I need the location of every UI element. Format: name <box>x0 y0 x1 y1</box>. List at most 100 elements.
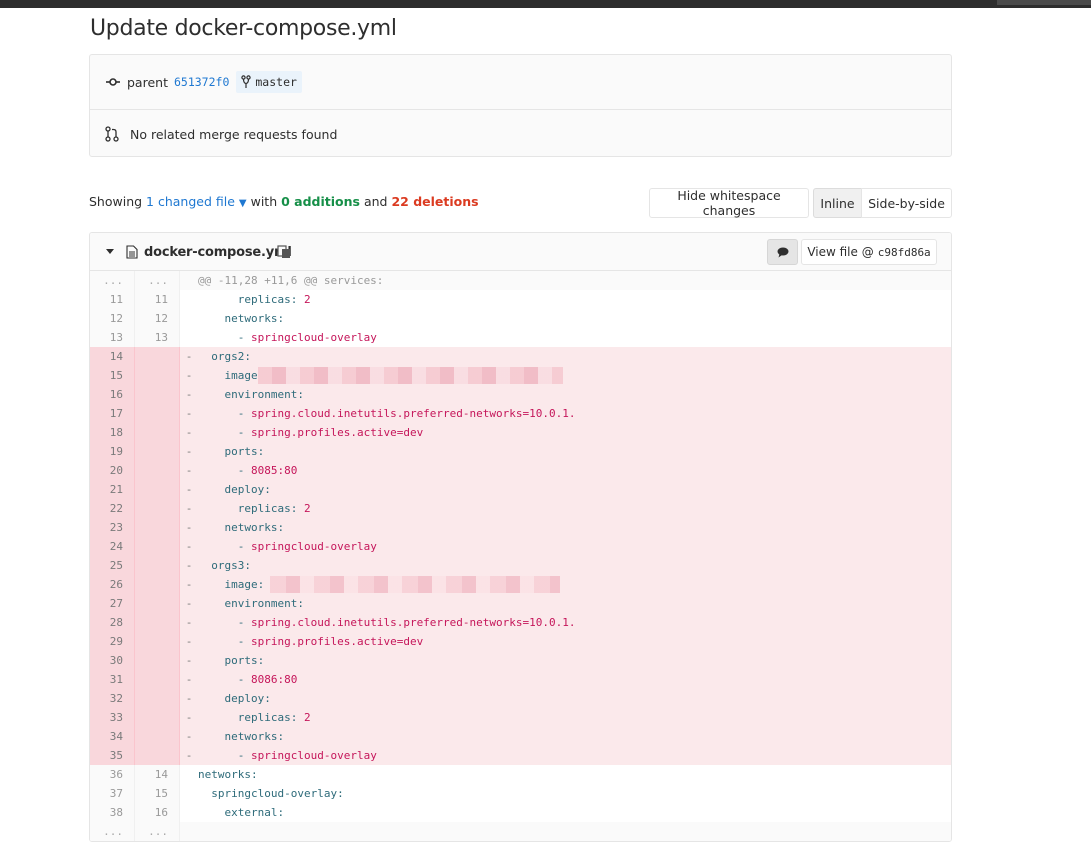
diff-line-deleted: 29 - - spring.profiles.active=dev <box>90 632 951 651</box>
new-line-number[interactable] <box>135 632 180 651</box>
diff-line-deleted: 34 - networks: <box>90 727 951 746</box>
diff-sign: - <box>185 445 193 458</box>
old-line-number[interactable]: 22 <box>90 499 135 518</box>
new-line-number[interactable] <box>135 347 180 366</box>
old-line-number[interactable]: 15 <box>90 366 135 385</box>
yaml-key: orgs2: <box>211 350 251 363</box>
old-line-number[interactable]: 11 <box>90 290 135 309</box>
branch-badge[interactable]: master <box>236 71 302 93</box>
new-line-number[interactable]: ... <box>135 822 180 841</box>
diff-sign: - <box>185 483 193 496</box>
view-file-button[interactable]: View file @ c98fd86a <box>801 239 937 265</box>
new-line-number[interactable]: 15 <box>135 784 180 803</box>
diff-line-expand[interactable]: ...... <box>90 822 951 841</box>
changed-files-dropdown[interactable]: 1 changed file ▼ <box>146 194 247 209</box>
new-line-number[interactable] <box>135 727 180 746</box>
new-line-number[interactable] <box>135 499 180 518</box>
old-line-number[interactable]: 13 <box>90 328 135 347</box>
new-line-number[interactable] <box>135 594 180 613</box>
old-line-number[interactable]: 29 <box>90 632 135 651</box>
side-by-side-button[interactable]: Side-by-side <box>861 188 952 218</box>
new-line-number[interactable] <box>135 404 180 423</box>
view-file-sha: c98fd86a <box>877 245 931 259</box>
additions-count: 0 additions <box>281 194 360 209</box>
yaml-key: networks: <box>198 768 258 781</box>
new-line-number[interactable] <box>135 480 180 499</box>
new-line-number[interactable] <box>135 613 180 632</box>
new-line-number[interactable] <box>135 461 180 480</box>
new-line-number[interactable]: ... <box>135 271 180 290</box>
old-line-number[interactable]: 18 <box>90 423 135 442</box>
yaml-value: springcloud-overlay <box>251 540 377 553</box>
old-line-number[interactable]: 38 <box>90 803 135 822</box>
new-line-number[interactable] <box>135 537 180 556</box>
old-line-number[interactable]: ... <box>90 271 135 290</box>
old-line-number[interactable]: ... <box>90 822 135 841</box>
old-line-number[interactable]: 36 <box>90 765 135 784</box>
yaml-key: networks: <box>224 521 285 534</box>
new-line-number[interactable]: 14 <box>135 765 180 784</box>
new-line-number[interactable] <box>135 746 180 765</box>
old-line-number[interactable]: 12 <box>90 309 135 328</box>
new-line-number[interactable]: 16 <box>135 803 180 822</box>
diff-sign: - <box>185 464 193 477</box>
new-line-number[interactable] <box>135 651 180 670</box>
old-line-number[interactable]: 17 <box>90 404 135 423</box>
diff-sign: - <box>185 350 193 363</box>
old-line-number[interactable]: 14 <box>90 347 135 366</box>
old-line-number[interactable]: 27 <box>90 594 135 613</box>
yaml-key: orgs3: <box>211 559 251 572</box>
old-line-number[interactable]: 37 <box>90 784 135 803</box>
diff-line-deleted: 17 - - spring.cloud.inetutils.preferred-n… <box>90 404 951 423</box>
collapse-caret-icon[interactable] <box>106 249 114 254</box>
old-line-number[interactable]: 33 <box>90 708 135 727</box>
old-line-number[interactable]: 31 <box>90 670 135 689</box>
old-line-number[interactable]: 35 <box>90 746 135 765</box>
new-line-number[interactable] <box>135 689 180 708</box>
old-line-number[interactable]: 30 <box>90 651 135 670</box>
inline-view-button[interactable]: Inline <box>813 188 862 218</box>
old-line-number[interactable]: 32 <box>90 689 135 708</box>
old-line-number[interactable]: 19 <box>90 442 135 461</box>
old-line-number[interactable]: 34 <box>90 727 135 746</box>
yaml-value: 8086:80 <box>251 673 298 686</box>
file-name[interactable]: docker-compose.yml <box>144 245 292 260</box>
new-line-number[interactable] <box>135 442 180 461</box>
new-line-number[interactable]: 12 <box>135 309 180 328</box>
parent-sha-link[interactable]: 651372f0 <box>174 75 229 89</box>
diff-line-deleted: 15 - image <box>90 366 951 385</box>
code-content: - springcloud-overlay <box>198 537 951 556</box>
diff-line-deleted: 14 - orgs2: <box>90 347 951 366</box>
old-line-number[interactable]: 28 <box>90 613 135 632</box>
new-line-number[interactable] <box>135 575 180 594</box>
yaml-key: - <box>237 540 251 553</box>
new-line-number[interactable]: 13 <box>135 328 180 347</box>
old-line-number[interactable]: 21 <box>90 480 135 499</box>
file-header[interactable]: docker-compose.yml View file @ c98fd86a <box>90 233 951 271</box>
old-line-number[interactable]: 16 <box>90 385 135 404</box>
diff-line-expand[interactable]: ...... @@ -11,28 +11,6 @@ services: <box>90 271 951 290</box>
yaml-key: replicas: <box>237 293 298 306</box>
new-line-number[interactable]: 11 <box>135 290 180 309</box>
diff-sign: - <box>185 407 193 420</box>
old-line-number[interactable]: 26 <box>90 575 135 594</box>
yaml-key: environment: <box>224 388 304 401</box>
diff-sign <box>180 765 198 784</box>
new-line-number[interactable] <box>135 556 180 575</box>
new-line-number[interactable] <box>135 366 180 385</box>
new-line-number[interactable] <box>135 708 180 727</box>
file-diff: docker-compose.yml View file @ c98fd86a … <box>89 232 952 842</box>
new-line-number[interactable] <box>135 670 180 689</box>
old-line-number[interactable]: 25 <box>90 556 135 575</box>
new-line-number[interactable] <box>135 385 180 404</box>
new-line-number[interactable] <box>135 518 180 537</box>
hide-whitespace-button[interactable]: Hide whitespace changes <box>649 188 809 218</box>
copy-icon[interactable] <box>277 245 291 264</box>
old-line-number[interactable]: 23 <box>90 518 135 537</box>
old-line-number[interactable]: 20 <box>90 461 135 480</box>
old-line-number[interactable]: 24 <box>90 537 135 556</box>
commit-parent-row: parent 651372f0 master <box>90 55 951 110</box>
new-line-number[interactable] <box>135 423 180 442</box>
toggle-comments-button[interactable] <box>767 239 798 265</box>
top-scrollbar-thumb[interactable] <box>997 0 1091 5</box>
